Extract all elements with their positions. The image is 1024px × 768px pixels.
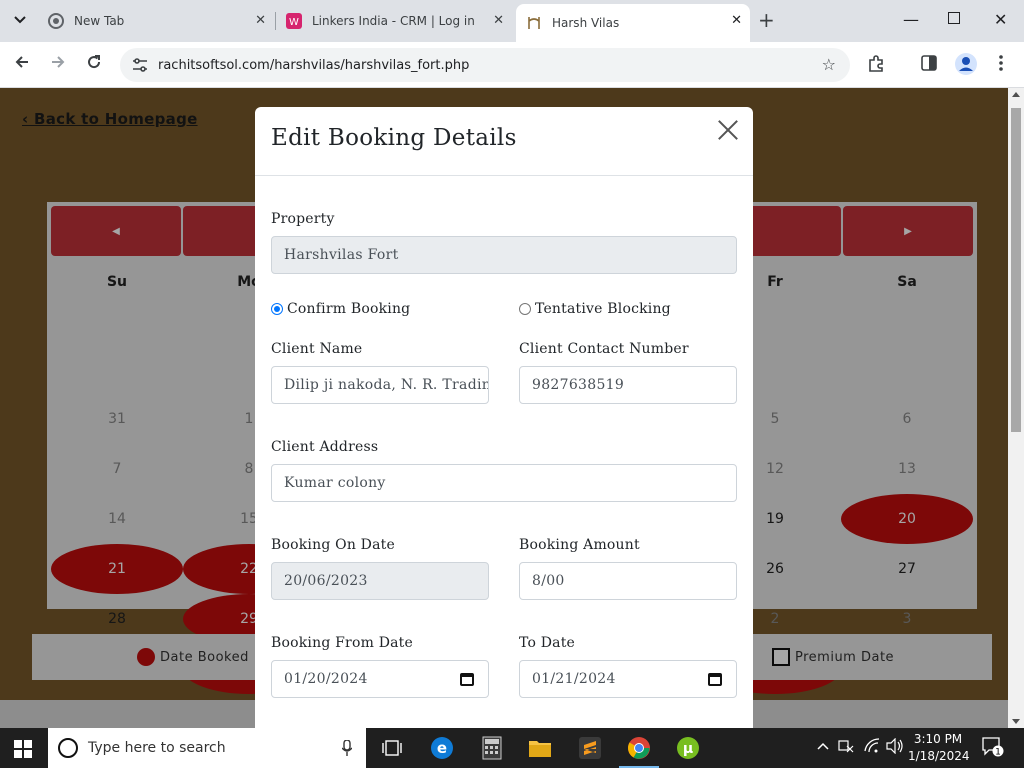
chrome-icon (48, 13, 64, 29)
booking-amount-input[interactable]: 8/00 (519, 562, 737, 600)
calculator-icon[interactable] (478, 734, 506, 762)
booking-on-date-field: 20/06/2023 (271, 562, 489, 600)
edit-booking-modal: Edit Booking Details Property Harshvilas… (255, 107, 753, 747)
property-label: Property (271, 211, 335, 227)
tentative-blocking-radio[interactable]: Tentative Blocking (519, 301, 671, 317)
client-contact-label: Client Contact Number (519, 341, 689, 357)
notification-center-icon[interactable]: 1 (982, 737, 1004, 761)
tray-chevron-up-icon[interactable] (817, 739, 829, 754)
extensions-icon[interactable] (867, 55, 885, 77)
chrome-taskbar-icon[interactable] (625, 734, 653, 762)
property-field: Harshvilas Fort (271, 236, 737, 274)
site-info-icon[interactable] (132, 57, 148, 73)
taskbar-search-box[interactable]: Type here to search (48, 728, 366, 768)
edge-icon[interactable]: e (428, 734, 456, 762)
close-tab-icon[interactable]: ✕ (493, 13, 504, 28)
maximize-icon[interactable] (948, 12, 960, 24)
client-address-input[interactable]: Kumar colony (271, 464, 737, 502)
tab-title: New Tab (74, 14, 125, 28)
address-bar[interactable]: rachitsoftsol.com/harshvilas/harshvilas_… (120, 48, 850, 82)
notification-count: 1 (995, 748, 1001, 758)
more-menu-icon[interactable] (999, 55, 1003, 75)
scroll-down-icon[interactable] (1012, 719, 1020, 724)
bookmark-star-icon[interactable]: ☆ (822, 55, 836, 74)
client-address-label: Client Address (271, 439, 379, 455)
svg-text:W: W (289, 17, 299, 28)
tab-new-tab[interactable]: New Tab ✕ (38, 4, 274, 38)
svg-text:e: e (437, 739, 447, 757)
browser-toolbar: rachitsoftsol.com/harshvilas/harshvilas_… (0, 42, 1024, 88)
reload-icon[interactable] (86, 54, 102, 74)
close-icon[interactable] (717, 119, 739, 141)
task-view-icon[interactable] (378, 734, 406, 762)
radio-unchecked-icon (519, 303, 531, 315)
to-date-label: To Date (519, 635, 576, 651)
new-tab-button[interactable]: + (758, 10, 775, 30)
booking-amount-label: Booking Amount (519, 537, 640, 553)
profile-avatar-icon[interactable] (955, 53, 977, 79)
minimize-icon[interactable]: — (903, 10, 919, 29)
windows-taskbar: Type here to search e µ 3:10 PM 1/18/202… (0, 728, 1024, 768)
clock-time: 3:10 PM (913, 732, 963, 746)
chevron-down-icon (14, 16, 26, 24)
to-date-input[interactable]: 01/21/2024 (519, 660, 737, 698)
page-scrollbar[interactable] (1008, 88, 1024, 728)
file-explorer-icon[interactable] (526, 734, 554, 762)
tab-search-button[interactable] (8, 8, 32, 32)
booking-on-date-label: Booking On Date (271, 537, 395, 553)
booking-from-date-input[interactable]: 01/20/2024 (271, 660, 489, 698)
browser-tab-strip: New Tab ✕ W Linkers India - CRM | Log in… (0, 0, 1024, 42)
url-text: rachitsoftsol.com/harshvilas/harshvilas_… (158, 57, 470, 73)
microphone-icon[interactable] (341, 739, 353, 760)
tab-harsh-vilas[interactable]: Harsh Vilas ✕ (516, 4, 750, 42)
sublime-text-icon[interactable] (576, 734, 604, 762)
harshvilas-icon (526, 15, 542, 31)
tab-title: Linkers India - CRM | Log in (312, 14, 475, 28)
tab-title: Harsh Vilas (552, 16, 620, 30)
client-contact-input[interactable]: 9827638519 (519, 366, 737, 404)
scrollbar-thumb[interactable] (1011, 108, 1021, 432)
taskbar-clock[interactable]: 3:10 PM 1/18/2024 (908, 731, 970, 765)
close-tab-icon[interactable]: ✕ (731, 13, 742, 28)
tab-linkers-crm[interactable]: W Linkers India - CRM | Log in ✕ (276, 4, 512, 38)
radio-checked-icon (271, 303, 283, 315)
input-method-icon[interactable] (838, 738, 854, 758)
utorrent-icon[interactable]: µ (674, 734, 702, 762)
booking-from-date-label: Booking From Date (271, 635, 413, 651)
search-placeholder: Type here to search (88, 740, 226, 756)
back-arrow-icon[interactable] (14, 54, 30, 74)
scroll-up-icon[interactable] (1012, 92, 1020, 97)
client-name-label: Client Name (271, 341, 363, 357)
modal-header: Edit Booking Details (255, 107, 753, 176)
linkers-icon: W (286, 13, 302, 29)
volume-icon[interactable] (886, 737, 904, 758)
forward-arrow-icon[interactable] (50, 54, 66, 74)
clock-date: 1/18/2024 (908, 749, 970, 763)
confirm-booking-radio[interactable]: Confirm Booking (271, 301, 410, 317)
svg-text:µ: µ (683, 741, 693, 757)
search-icon (58, 738, 78, 758)
calendar-icon[interactable] (708, 673, 722, 686)
side-panel-icon[interactable] (921, 55, 937, 75)
close-tab-icon[interactable]: ✕ (255, 13, 266, 28)
windows-start-icon[interactable] (14, 740, 32, 758)
wifi-icon[interactable] (864, 738, 880, 758)
calendar-icon[interactable] (460, 673, 474, 686)
modal-title: Edit Booking Details (271, 125, 517, 151)
window-close-icon[interactable]: ✕ (994, 10, 1007, 29)
client-name-input[interactable]: Dilip ji nakoda, N. R. Trading (271, 366, 489, 404)
